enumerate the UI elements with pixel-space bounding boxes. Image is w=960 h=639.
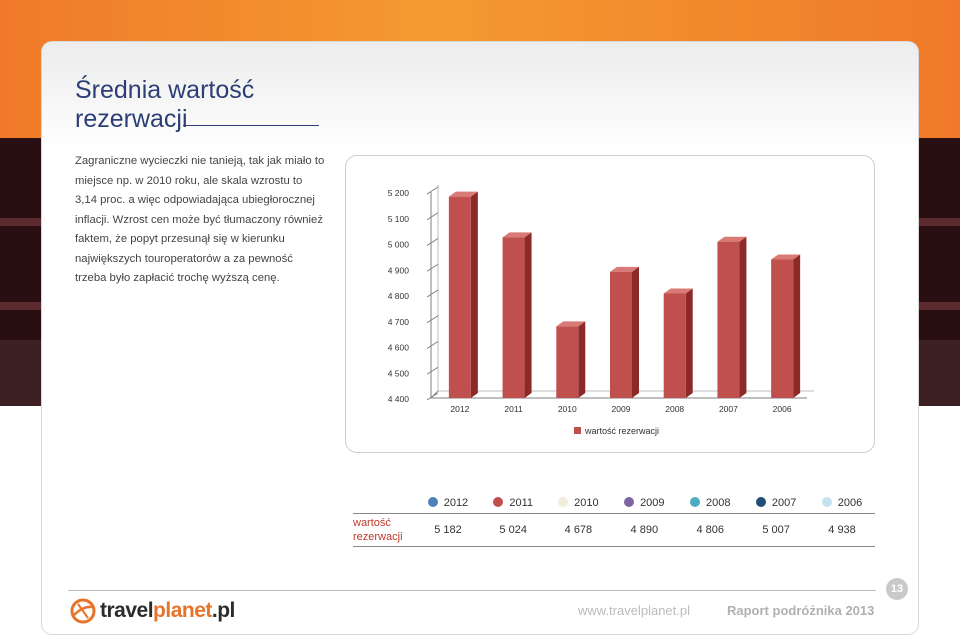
table-header-label: 2006 xyxy=(837,496,863,509)
intro-paragraph: Zagraniczne wycieczki nie tanieją, tak j… xyxy=(75,155,325,284)
bar-2007 xyxy=(717,241,740,398)
y-tick-label: 5 100 xyxy=(388,214,410,224)
bar-side xyxy=(470,191,478,398)
table-cell-2011: 5 024 xyxy=(480,513,546,547)
y-tick-label: 4 600 xyxy=(388,343,410,353)
legend-dot-icon xyxy=(493,496,504,507)
y-tick-mark xyxy=(426,238,439,246)
bar-2012 xyxy=(448,196,471,398)
y-tick-mark xyxy=(426,366,439,375)
travelplanet-logo[interactable]: travelplanet.pl xyxy=(70,597,235,625)
y-tick-mark xyxy=(426,212,439,221)
logo-accent: planet xyxy=(153,599,212,622)
x-tick-label: 2010 xyxy=(558,404,577,414)
y-tick-label: 4 800 xyxy=(388,291,410,301)
bar-side xyxy=(685,288,693,398)
table-header-2008: 2008 xyxy=(677,492,744,514)
table-row-label: wartość rezerwacji xyxy=(353,513,415,547)
table-cell-2006: 4 938 xyxy=(809,513,875,547)
y-tick-label: 4 500 xyxy=(388,368,410,378)
bar-2011 xyxy=(502,237,525,398)
table-header-label: 2012 xyxy=(443,496,469,509)
legend-label: wartość rezerwacji xyxy=(584,426,659,436)
legend-dot-icon xyxy=(624,496,635,507)
x-tick-label: 2011 xyxy=(504,404,523,414)
x-tick-label: 2007 xyxy=(719,404,738,414)
planet-icon xyxy=(70,598,96,624)
table-corner xyxy=(353,492,415,514)
bar-side xyxy=(739,236,747,398)
bar-side xyxy=(578,321,586,398)
table-cell-2009: 4 890 xyxy=(611,513,678,547)
footer-report-title: Raport podróżnika 2013 xyxy=(727,603,875,618)
table-header-label: 2011 xyxy=(509,496,533,509)
table-header-label: 2007 xyxy=(771,496,797,509)
legend-dot-icon xyxy=(427,496,438,507)
y-tick-label: 4 400 xyxy=(388,394,410,404)
y-tick-label: 4 700 xyxy=(388,317,410,327)
bar-side xyxy=(524,232,532,398)
logo-main: travel xyxy=(100,599,154,622)
table-header-2010: 2010 xyxy=(545,492,612,514)
y-tick-mark xyxy=(426,186,439,195)
legend-dot-icon xyxy=(689,496,700,507)
bar-2008 xyxy=(663,293,686,398)
bar-side xyxy=(632,266,639,398)
y-tick-label: 5 200 xyxy=(388,188,410,198)
footer-url-link[interactable]: www.travelplanet.pl xyxy=(578,603,690,618)
logo-wordmark: travelplanet.pl xyxy=(100,599,235,623)
bar-2006 xyxy=(771,259,794,398)
table-header-row: 2012 2011 2010 2009 2008 2007 2006 xyxy=(353,492,875,514)
y-tick-mark xyxy=(426,392,439,401)
footer-divider xyxy=(68,590,876,591)
bar-2009 xyxy=(610,271,632,398)
table-cell-2010: 4 678 xyxy=(545,513,612,547)
table-header-label: 2009 xyxy=(640,496,665,509)
table-header-2011: 2011 xyxy=(480,492,546,514)
y-tick-mark xyxy=(426,289,439,298)
table-header-2009: 2009 xyxy=(611,492,678,514)
table-header-label: 2010 xyxy=(574,496,599,509)
y-tick-label: 5 000 xyxy=(388,240,410,250)
legend-dot-icon xyxy=(755,496,766,507)
table-cell-2007: 5 007 xyxy=(743,513,810,547)
table-cell-2008: 4 806 xyxy=(677,513,744,547)
table-header-2006: 2006 xyxy=(809,492,875,514)
y-tick-label: 4 900 xyxy=(388,265,410,275)
page-number-badge: 13 xyxy=(886,578,908,600)
logo-suffix: .pl xyxy=(211,599,236,622)
x-tick-label: 2012 xyxy=(450,404,469,414)
table-row: wartość rezerwacji 5 182 5 024 4 678 4 890 4… xyxy=(353,513,875,547)
table-cell-2012: 5 182 xyxy=(415,513,481,547)
table-header-2007: 2007 xyxy=(743,492,810,514)
legend-dot-icon xyxy=(821,496,832,507)
table-header-2012: 2012 xyxy=(415,492,481,514)
y-tick-mark xyxy=(426,263,439,272)
data-table: 2012 2011 2010 2009 2008 2007 2006 wartość rez… xyxy=(353,492,875,547)
x-tick-label: 2008 xyxy=(665,404,684,414)
legend-dot-icon xyxy=(558,496,569,507)
bar-2010 xyxy=(556,326,579,398)
bar-chart: 5 200 5 100 5 000 4 900 4 800 4 700 4 600 4 500… xyxy=(388,185,814,436)
x-tick-label: 2009 xyxy=(612,404,631,414)
legend-swatch xyxy=(574,427,581,434)
y-tick-mark xyxy=(426,315,439,324)
y-tick-mark xyxy=(426,341,439,349)
table-header-label: 2008 xyxy=(705,496,731,509)
title-underline xyxy=(183,125,319,126)
bar-side xyxy=(793,254,801,398)
x-tick-label: 2006 xyxy=(773,404,792,414)
